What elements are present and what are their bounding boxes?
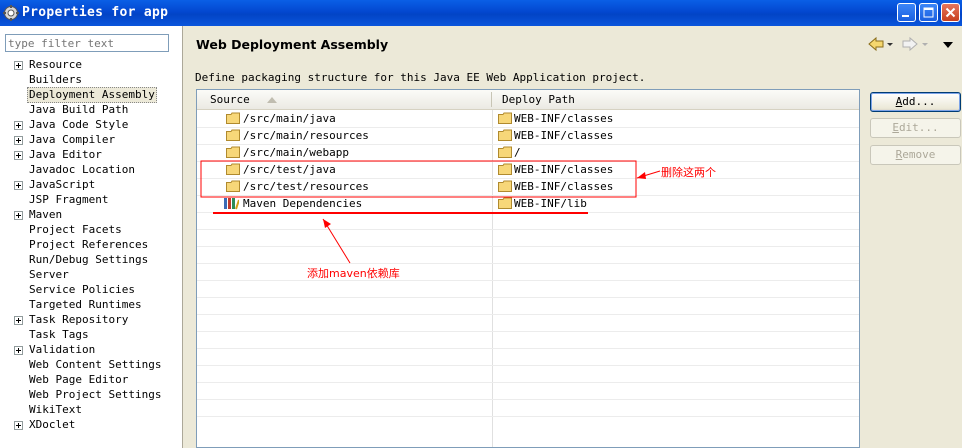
add-maven-arrow <box>322 218 351 264</box>
delete-arrow <box>636 170 661 179</box>
delete-annotation-text: 删除这两个 <box>661 166 716 179</box>
add-maven-annotation-text: 添加maven依赖库 <box>307 267 400 280</box>
delete-highlight-box <box>200 160 637 198</box>
annotation-overlay <box>200 160 661 264</box>
